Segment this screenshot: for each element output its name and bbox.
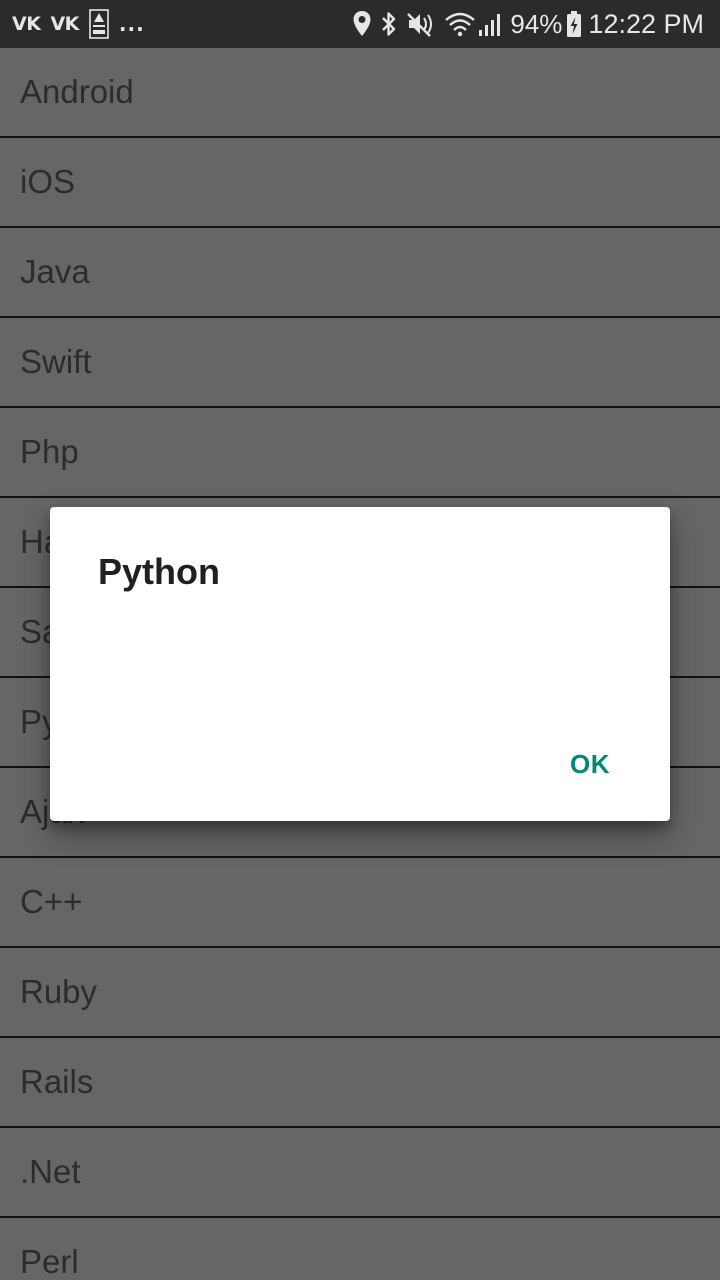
list-item-label: C++ xyxy=(20,883,83,920)
list-item[interactable]: Ruby xyxy=(0,948,720,1038)
list-item-label: Rails xyxy=(20,1063,94,1100)
list-item[interactable]: Android xyxy=(0,48,720,138)
vk-notification-icon: VK xyxy=(50,13,79,35)
list-item[interactable]: iOS xyxy=(0,138,720,228)
list-item[interactable]: .Net xyxy=(0,1128,720,1218)
list-item-label: .Net xyxy=(20,1153,81,1190)
location-icon xyxy=(352,10,372,38)
list-item[interactable]: C++ xyxy=(0,858,720,948)
list-item[interactable]: Perl xyxy=(0,1218,720,1280)
screen: VK VK ... 94% 12:22 PM Android iOS Java … xyxy=(0,0,720,1280)
list-item[interactable]: Java xyxy=(0,228,720,318)
signal-icon xyxy=(478,10,504,38)
list-item[interactable]: Swift xyxy=(0,318,720,408)
asf-live-icon xyxy=(89,9,109,39)
mute-icon xyxy=(406,10,436,38)
battery-charging-icon xyxy=(566,10,582,38)
status-right: 94% 12:22 PM xyxy=(344,9,704,40)
dialog-title: Python xyxy=(98,551,220,592)
status-left: VK VK ... xyxy=(12,9,145,39)
list-item-label: Ruby xyxy=(20,973,98,1010)
list-item-label: Android xyxy=(20,73,134,110)
clock-time: 12:22 PM xyxy=(588,8,704,39)
list-item-label: Perl xyxy=(20,1243,79,1280)
vk-notification-icon: VK xyxy=(12,13,41,35)
alert-dialog: Python OK xyxy=(50,507,670,821)
battery-percent: 94% xyxy=(510,8,563,39)
list-item-label: iOS xyxy=(20,163,76,200)
list-item[interactable]: Php xyxy=(0,408,720,498)
list-item-label: Java xyxy=(20,253,90,290)
list-item-label: Php xyxy=(20,433,79,470)
ok-button[interactable]: OK xyxy=(562,743,618,786)
bluetooth-icon xyxy=(380,10,398,38)
list-item[interactable]: Rails xyxy=(0,1038,720,1128)
status-bar: VK VK ... 94% 12:22 PM xyxy=(0,0,720,48)
wifi-icon xyxy=(444,10,476,38)
list-item-label: Swift xyxy=(20,343,92,380)
more-notifications-indicator: ... xyxy=(118,12,145,36)
